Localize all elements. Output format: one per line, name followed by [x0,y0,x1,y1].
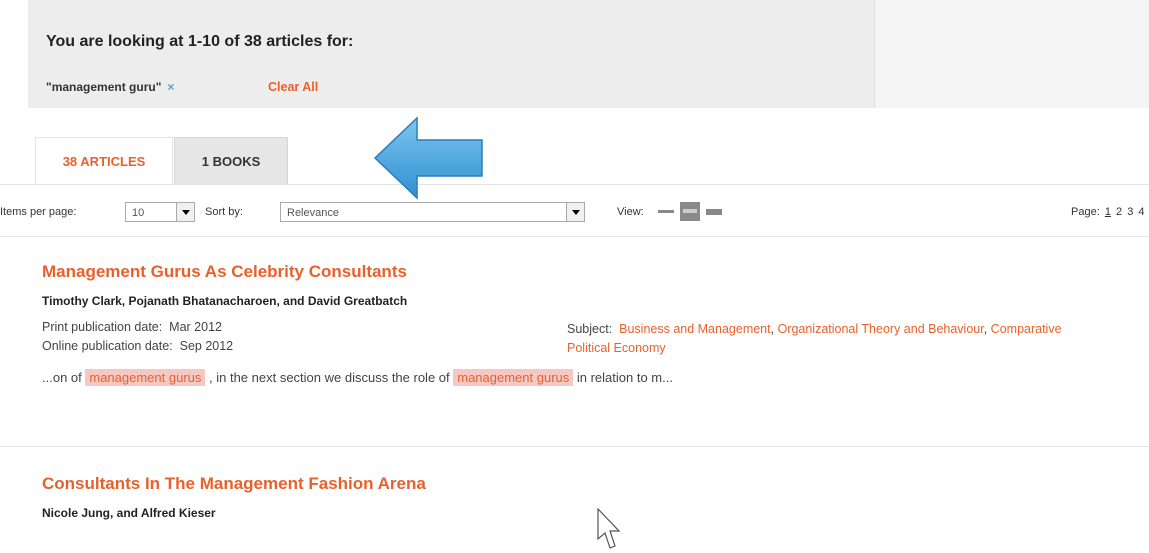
page-link-4[interactable]: 4 [1138,206,1144,218]
tab-books[interactable]: 1 BOOKS [174,137,288,185]
result-authors: Nicole Jung, and Alfred Kieser [42,506,216,520]
search-summary: You are looking at 1-10 of 38 articles f… [28,0,874,108]
items-per-page-select[interactable]: 10 [125,202,195,222]
filter-term: "management guru" [46,80,162,94]
results-toolbar: Items per page: 10 Sort by: Relevance Vi… [0,199,1149,225]
result-item: Management Gurus As Celebrity Consultant… [42,262,1142,386]
chevron-down-icon [566,203,584,221]
sort-by-value: Relevance [287,207,339,219]
result-item: Consultants In The Management Fashion Ar… [42,474,1142,520]
print-publication-date: Print publication date: Mar 2012 [42,320,222,334]
result-metadata: Print publication date: Mar 2012 Online … [42,320,1142,356]
page-link-3[interactable]: 3 [1127,206,1133,218]
items-per-page-label: Items per page: [0,206,77,218]
page-link-2[interactable]: 2 [1116,206,1122,218]
sort-by-label: Sort by: [205,206,243,218]
remove-filter-icon[interactable]: × [167,80,174,94]
subject-link[interactable]: Organizational Theory and Behaviour [778,322,984,336]
subject-label: Subject: [567,322,613,336]
mouse-cursor-icon [597,508,620,549]
online-publication-date: Online publication date: Sep 2012 [42,339,234,353]
result-title-link[interactable]: Consultants In The Management Fashion Ar… [42,474,1142,494]
active-filter: "management guru" × [46,80,174,94]
highlighted-term: management gurus [85,369,206,386]
summary-side-panel [874,0,1149,108]
page-link-1[interactable]: 1 [1105,206,1111,218]
view-list-icon[interactable] [656,205,676,218]
view-standard-icon[interactable] [680,202,700,221]
result-title-link[interactable]: Management Gurus As Celebrity Consultant… [42,262,1142,282]
highlighted-term: management gurus [453,369,574,386]
result-divider [0,446,1149,447]
subject-link[interactable]: Business and Management [619,322,770,336]
toolbar-divider [0,236,1149,237]
tab-articles[interactable]: 38 ARTICLES [35,137,173,185]
left-arrow-icon [373,116,483,200]
pagination: Page: 1 2 3 4 [1071,206,1145,218]
sort-by-select[interactable]: Relevance [280,202,585,222]
view-detailed-icon[interactable] [704,205,724,218]
tab-divider [0,184,1149,185]
result-subjects: Subject: Business and Management, Organi… [567,322,1062,355]
page-label: Page: [1071,206,1100,218]
view-label: View: [617,206,644,218]
chevron-down-icon [176,203,194,221]
clear-all-link[interactable]: Clear All [268,80,318,94]
result-authors: Timothy Clark, Pojanath Bhatanacharoen, … [42,294,408,308]
result-snippet: ...on of management gurus , in the next … [42,369,673,386]
items-per-page-value: 10 [132,207,145,219]
results-summary-title: You are looking at 1-10 of 38 articles f… [46,33,354,50]
